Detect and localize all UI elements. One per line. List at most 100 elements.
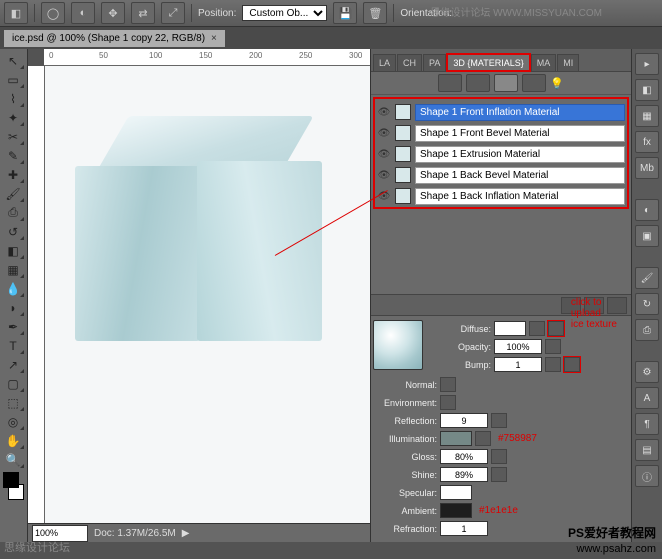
lasso-tool[interactable]: ⌇: [1, 89, 25, 108]
bump-field[interactable]: [494, 357, 542, 372]
diffuse-swatch[interactable]: [494, 321, 526, 336]
pen-tool[interactable]: ✒: [1, 317, 25, 336]
tab-layers[interactable]: LA: [373, 54, 396, 71]
texture-menu-icon[interactable]: [564, 357, 580, 372]
dock-adjust-icon[interactable]: ◐: [635, 199, 659, 221]
folder-icon[interactable]: [440, 377, 456, 392]
ice-cube-render: [75, 116, 325, 366]
gloss-field[interactable]: [440, 449, 488, 464]
material-row[interactable]: 👁Shape 1 Front Bevel Material: [375, 123, 627, 143]
path-tool[interactable]: ↗: [1, 355, 25, 374]
folder-icon[interactable]: [529, 321, 545, 336]
dock-icon[interactable]: ▸: [635, 53, 659, 75]
shape-tool[interactable]: ▢: [1, 374, 25, 393]
folder-icon[interactable]: [545, 357, 561, 372]
gradient-tool[interactable]: ▦: [1, 260, 25, 279]
status-arrow-icon[interactable]: ▶: [182, 528, 190, 539]
material-name: Shape 1 Back Inflation Material: [415, 188, 625, 205]
specular-swatch[interactable]: [440, 485, 472, 500]
eye-icon[interactable]: 👁: [377, 107, 391, 118]
document-tab[interactable]: ice.psd @ 100% (Shape 1 copy 22, RGB/8) …: [4, 30, 225, 47]
material-row[interactable]: 👁Shape 1 Front Inflation Material: [375, 102, 627, 122]
dock-char-icon[interactable]: A: [635, 387, 659, 409]
dock-para-icon[interactable]: ¶: [635, 413, 659, 435]
ambient-swatch[interactable]: [440, 503, 472, 518]
filter-mesh-icon[interactable]: [466, 74, 490, 92]
dock-mask-icon[interactable]: ▣: [635, 225, 659, 247]
canvas[interactable]: [45, 66, 370, 523]
stamp-tool[interactable]: ⎙: [1, 203, 25, 222]
folder-icon[interactable]: [440, 395, 456, 410]
material-swatch: [395, 146, 411, 162]
bump-label: Bump:: [427, 360, 491, 370]
filter-lights-icon[interactable]: [522, 74, 546, 92]
type-tool[interactable]: T: [1, 336, 25, 355]
orbit-icon[interactable]: ◯: [41, 2, 65, 24]
roll-icon[interactable]: ◐: [71, 2, 95, 24]
brush-tool[interactable]: 🖌: [1, 184, 25, 203]
marquee-tool[interactable]: ▭: [1, 70, 25, 89]
opacity-field[interactable]: [494, 339, 542, 354]
light-bulb-icon[interactable]: 💡: [550, 77, 564, 90]
shine-field[interactable]: [440, 467, 488, 482]
tab-paths[interactable]: PA: [423, 54, 446, 71]
material-preview[interactable]: [373, 320, 423, 370]
eye-icon[interactable]: 👁: [377, 170, 391, 181]
tab-3d-materials[interactable]: 3D {MATERIALS}: [447, 54, 529, 71]
eyedropper-tool[interactable]: ✎: [1, 146, 25, 165]
watermark-bl: 思缘设计论坛: [4, 539, 70, 555]
dock-gear-icon[interactable]: ⚙: [635, 361, 659, 383]
delete-preset-icon[interactable]: 🗑: [363, 2, 387, 24]
folder-icon[interactable]: [545, 339, 561, 354]
refraction-field[interactable]: [440, 521, 488, 536]
3d-object-tool[interactable]: ⬚: [1, 393, 25, 412]
dock-info-icon[interactable]: ⓘ: [635, 465, 659, 487]
eraser-tool[interactable]: ◧: [1, 241, 25, 260]
illumination-swatch[interactable]: [440, 431, 472, 446]
pan-icon[interactable]: ✥: [101, 2, 125, 24]
material-row[interactable]: 👁Shape 1 Back Bevel Material: [375, 165, 627, 185]
tab-masks[interactable]: MA: [531, 54, 557, 71]
heal-tool[interactable]: ✚: [1, 165, 25, 184]
crop-tool[interactable]: ✂: [1, 127, 25, 146]
tab-mini[interactable]: MI: [557, 54, 579, 71]
position-select[interactable]: Custom Ob...: [242, 5, 327, 21]
dodge-tool[interactable]: ◗: [1, 298, 25, 317]
folder-icon[interactable]: [491, 413, 507, 428]
dock-color-icon[interactable]: ◧: [635, 79, 659, 101]
eye-icon[interactable]: 👁: [377, 149, 391, 160]
dock-swatches-icon[interactable]: ▦: [635, 105, 659, 127]
reflection-field[interactable]: [440, 413, 488, 428]
dock-brush-icon[interactable]: 🖌: [635, 267, 659, 289]
move-tool[interactable]: ↖: [1, 51, 25, 70]
save-preset-icon[interactable]: 💾: [333, 2, 357, 24]
zoom-tool[interactable]: 🔍: [1, 450, 25, 469]
normal-label: Normal:: [373, 380, 437, 390]
dock-rotate-icon[interactable]: ↻: [635, 293, 659, 315]
3d-camera-tool[interactable]: ◎: [1, 412, 25, 431]
texture-menu-icon[interactable]: [548, 321, 564, 336]
history-brush-tool[interactable]: ↺: [1, 222, 25, 241]
wand-tool[interactable]: ✦: [1, 108, 25, 127]
blur-tool[interactable]: 💧: [1, 279, 25, 298]
folder-icon[interactable]: [491, 467, 507, 482]
tab-channels[interactable]: CH: [397, 54, 422, 71]
material-row[interactable]: 👁Shape 1 Back Inflation Material: [375, 186, 627, 206]
dock-styles-icon[interactable]: fx: [635, 131, 659, 153]
dock-clone-icon[interactable]: ⎙: [635, 319, 659, 341]
right-dock: ▸ ◧ ▦ fx Mb ◐ ▣ 🖌 ↻ ⎙ ⚙ A ¶ ▤ ⓘ: [631, 49, 662, 542]
home-icon[interactable]: ◧: [4, 2, 28, 24]
scale-icon[interactable]: ⤢: [161, 2, 185, 24]
eye-icon[interactable]: 👁: [377, 128, 391, 139]
material-row[interactable]: 👁Shape 1 Extrusion Material: [375, 144, 627, 164]
color-swatches[interactable]: [2, 471, 25, 501]
folder-icon[interactable]: [475, 431, 491, 446]
slide-icon[interactable]: ⇄: [131, 2, 155, 24]
filter-materials-icon[interactable]: [494, 74, 518, 92]
folder-icon[interactable]: [491, 449, 507, 464]
filter-scene-icon[interactable]: [438, 74, 462, 92]
dock-mb-icon[interactable]: Mb: [635, 157, 659, 179]
hand-tool[interactable]: ✋: [1, 431, 25, 450]
close-icon[interactable]: ×: [211, 33, 217, 44]
dock-nav-icon[interactable]: ▤: [635, 439, 659, 461]
